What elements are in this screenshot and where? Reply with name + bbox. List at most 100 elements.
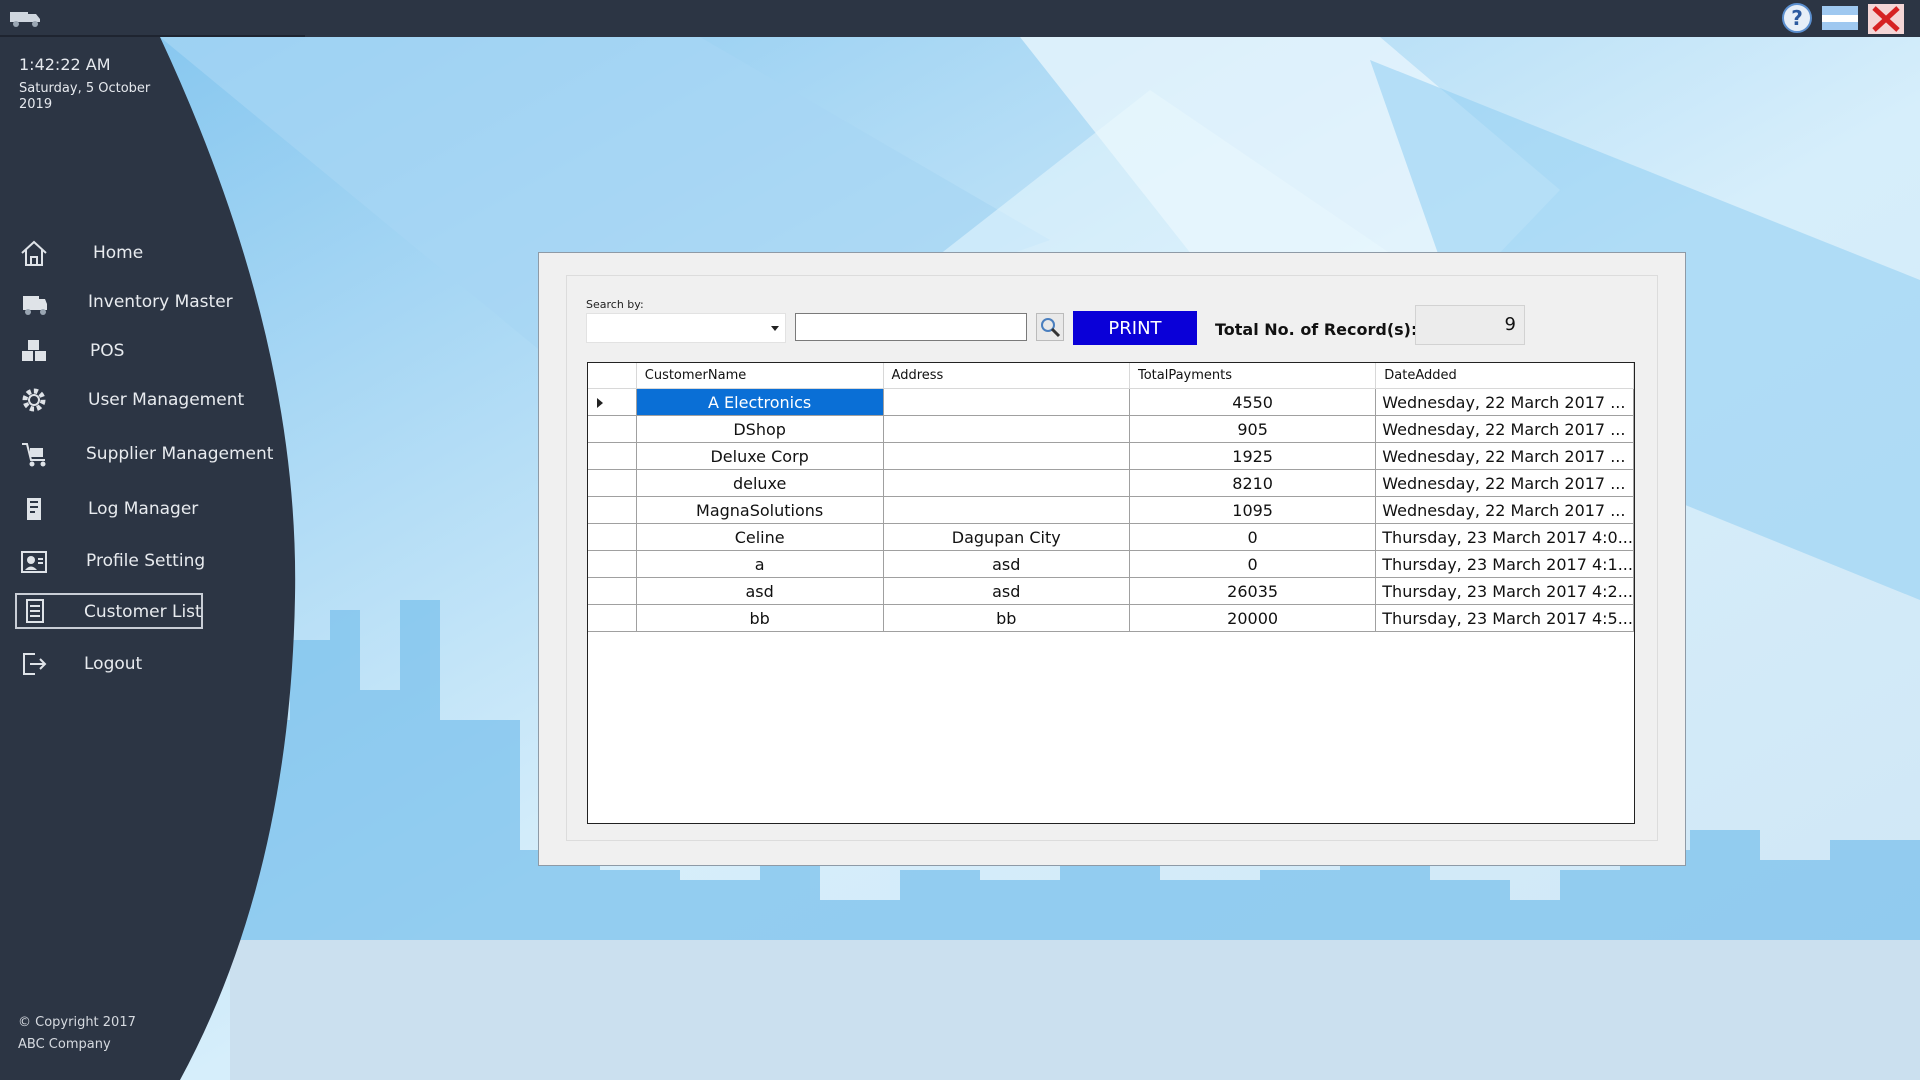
- cell-totalpayments[interactable]: 0: [1129, 550, 1377, 578]
- table-row[interactable]: Celine Dagupan City 0 Thursday, 23 March…: [588, 523, 1634, 551]
- cell-address[interactable]: asd: [883, 550, 1130, 578]
- cell-address[interactable]: bb: [883, 604, 1130, 632]
- cell-address[interactable]: [883, 442, 1130, 470]
- svg-text:?: ?: [1791, 6, 1803, 30]
- home-icon: [19, 239, 49, 267]
- sidebar-item-inventory-master[interactable]: Inventory Master: [14, 283, 269, 321]
- cell-customername[interactable]: Celine: [636, 523, 884, 551]
- search-icon: [1037, 318, 1063, 344]
- cell-dateadded[interactable]: Thursday, 23 March 2017 4:2...: [1375, 577, 1634, 605]
- customer-grid[interactable]: CustomerName Address TotalPayments DateA…: [587, 362, 1635, 824]
- sidebar-item-log-manager[interactable]: Log Manager: [14, 490, 269, 528]
- column-header-dateadded[interactable]: DateAdded: [1375, 363, 1634, 389]
- row-selector[interactable]: [588, 604, 637, 632]
- table-row[interactable]: a asd 0 Thursday, 23 March 2017 4:1...: [588, 550, 1634, 578]
- row-selector[interactable]: [588, 469, 637, 497]
- close-icon[interactable]: [1866, 2, 1906, 34]
- cell-totalpayments[interactable]: 1095: [1129, 496, 1377, 524]
- search-by-label: Search by:: [586, 298, 644, 311]
- cell-dateadded[interactable]: Wednesday, 22 March 2017 ...: [1375, 469, 1634, 497]
- cell-customername[interactable]: Deluxe Corp: [636, 442, 884, 470]
- cell-address[interactable]: Dagupan City: [883, 523, 1130, 551]
- cell-dateadded[interactable]: Wednesday, 22 March 2017 ...: [1375, 442, 1634, 470]
- row-selector[interactable]: [588, 523, 637, 551]
- cell-dateadded[interactable]: Wednesday, 22 March 2017 ...: [1375, 415, 1634, 443]
- row-selector[interactable]: [588, 442, 637, 470]
- total-records-value: 9: [1415, 305, 1525, 345]
- row-selector[interactable]: [588, 388, 637, 416]
- help-icon[interactable]: ?: [1781, 2, 1813, 34]
- row-selector[interactable]: [588, 550, 637, 578]
- cell-totalpayments[interactable]: 1925: [1129, 442, 1377, 470]
- cell-customername[interactable]: asd: [636, 577, 884, 605]
- supplier-icon: [19, 440, 49, 468]
- cell-totalpayments[interactable]: 0: [1129, 523, 1377, 551]
- sidebar-item-supplier-management[interactable]: Supplier Management: [14, 435, 273, 473]
- sidebar-item-profile-setting[interactable]: Profile Setting: [14, 542, 269, 580]
- search-button[interactable]: [1036, 313, 1064, 341]
- customer-list-panel: Search by: PRINT Total No. of Record(s):…: [538, 252, 1686, 866]
- cell-totalpayments[interactable]: 20000: [1129, 604, 1377, 632]
- logout-icon: [19, 650, 49, 678]
- cell-dateadded[interactable]: Thursday, 23 March 2017 4:0...: [1375, 523, 1634, 551]
- cell-customername[interactable]: A Electronics: [636, 388, 884, 416]
- cell-totalpayments[interactable]: 905: [1129, 415, 1377, 443]
- cell-dateadded[interactable]: Thursday, 23 March 2017 4:1...: [1375, 550, 1634, 578]
- cell-customername[interactable]: DShop: [636, 415, 884, 443]
- row-selector[interactable]: [588, 577, 637, 605]
- copyright-line: © Copyright 2017: [18, 1015, 136, 1030]
- table-row[interactable]: A Electronics 4550 Wednesday, 22 March 2…: [588, 388, 1634, 416]
- column-header-totalpayments[interactable]: TotalPayments: [1129, 363, 1377, 389]
- row-selector[interactable]: [588, 496, 637, 524]
- cell-totalpayments[interactable]: 26035: [1129, 577, 1377, 605]
- table-row[interactable]: deluxe 8210 Wednesday, 22 March 2017 ...: [588, 469, 1634, 497]
- titlebar-accent-line: [0, 35, 305, 37]
- clock-date: Saturday, 5 October 2019: [19, 81, 151, 112]
- customer-list-icon: [20, 597, 50, 625]
- cell-dateadded[interactable]: Thursday, 23 March 2017 4:5...: [1375, 604, 1634, 632]
- cell-totalpayments[interactable]: 4550: [1129, 388, 1377, 416]
- sidebar-item-label: Log Manager: [88, 499, 199, 519]
- cell-address[interactable]: [883, 469, 1130, 497]
- cell-customername[interactable]: bb: [636, 604, 884, 632]
- gear-icon: [19, 386, 49, 414]
- search-by-dropdown[interactable]: [586, 313, 786, 343]
- table-row[interactable]: bb bb 20000 Thursday, 23 March 2017 4:5.…: [588, 604, 1634, 632]
- table-row[interactable]: Deluxe Corp 1925 Wednesday, 22 March 201…: [588, 442, 1634, 470]
- cell-customername[interactable]: MagnaSolutions: [636, 496, 884, 524]
- sidebar-item-user-management[interactable]: User Management: [14, 381, 269, 419]
- sidebar-item-label: Profile Setting: [86, 551, 206, 571]
- sidebar-item-pos[interactable]: POS: [14, 332, 269, 370]
- sidebar-item-label: Inventory Master: [88, 292, 233, 312]
- column-header-address[interactable]: Address: [883, 363, 1130, 389]
- cell-dateadded[interactable]: Wednesday, 22 March 2017 ...: [1375, 496, 1634, 524]
- sidebar-item-label: POS: [90, 341, 125, 361]
- cell-address[interactable]: [883, 496, 1130, 524]
- customer-table: CustomerName Address TotalPayments DateA…: [588, 363, 1634, 632]
- search-input[interactable]: [795, 313, 1027, 341]
- cell-dateadded[interactable]: Wednesday, 22 March 2017 ...: [1375, 388, 1634, 416]
- cell-customername[interactable]: deluxe: [636, 469, 884, 497]
- minimize-icon[interactable]: [1820, 2, 1860, 34]
- inventory-icon: [19, 288, 49, 316]
- table-row[interactable]: asd asd 26035 Thursday, 23 March 2017 4:…: [588, 577, 1634, 605]
- cell-address[interactable]: asd: [883, 577, 1130, 605]
- sidebar-item-home[interactable]: Home: [14, 234, 269, 272]
- company-name: ABC Company: [18, 1037, 111, 1052]
- profile-icon: [19, 547, 49, 575]
- table-row[interactable]: DShop 905 Wednesday, 22 March 2017 ...: [588, 415, 1634, 443]
- truck-icon: [6, 6, 44, 34]
- sidebar-item-logout[interactable]: Logout: [14, 645, 269, 683]
- sidebar-item-customer-list[interactable]: Customer List: [15, 593, 203, 629]
- sidebar-item-label: Home: [93, 243, 144, 263]
- cell-totalpayments[interactable]: 8210: [1129, 469, 1377, 497]
- print-button[interactable]: PRINT: [1073, 311, 1197, 345]
- cell-address[interactable]: [883, 415, 1130, 443]
- column-header-customername[interactable]: CustomerName: [636, 363, 884, 389]
- table-row[interactable]: MagnaSolutions 1095 Wednesday, 22 March …: [588, 496, 1634, 524]
- cell-address[interactable]: [883, 388, 1130, 416]
- pos-icon: [19, 337, 49, 365]
- row-selector[interactable]: [588, 415, 637, 443]
- copyright: © Copyright 2017 ABC Company: [18, 1012, 136, 1056]
- cell-customername[interactable]: a: [636, 550, 884, 578]
